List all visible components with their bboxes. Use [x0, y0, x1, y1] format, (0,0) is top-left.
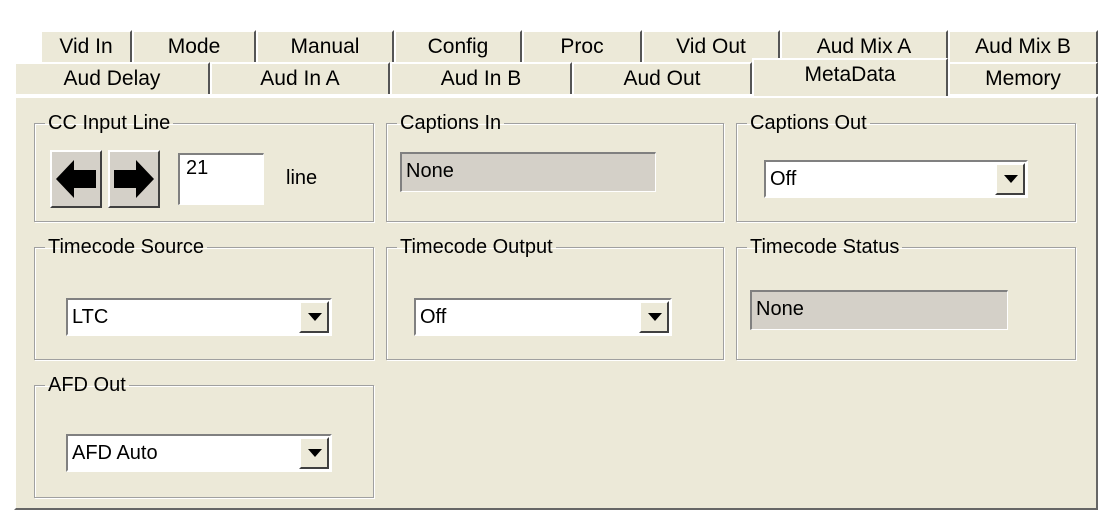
tab-row-2: Aud Delay Aud In A Aud In B Aud Out Meta… — [0, 58, 1102, 96]
captions-out-legend: Captions Out — [750, 112, 867, 134]
tab-memory[interactable]: Memory — [948, 62, 1098, 94]
tab-aud-mix-b[interactable]: Aud Mix B — [948, 30, 1098, 62]
tab-aud-in-a[interactable]: Aud In A — [210, 62, 390, 94]
line-increment-button[interactable] — [108, 150, 160, 208]
timecode-output-legend: Timecode Output — [400, 236, 553, 258]
timecode-status-value: None — [750, 290, 1008, 330]
dropdown-button[interactable] — [299, 437, 329, 469]
tab-mode[interactable]: Mode — [132, 30, 256, 62]
cc-line-input[interactable]: 21 — [178, 153, 264, 205]
tab-aud-in-b[interactable]: Aud In B — [390, 62, 572, 94]
line-unit-label: line — [286, 167, 318, 189]
timecode-source-legend: Timecode Source — [48, 236, 204, 258]
timecode-output-selected: Off — [420, 306, 447, 328]
timecode-output-select[interactable]: Off — [414, 298, 672, 336]
afd-out-select[interactable]: AFD Auto — [66, 434, 332, 472]
tab-manual[interactable]: Manual — [256, 30, 394, 62]
tab-aud-out[interactable]: Aud Out — [572, 62, 752, 94]
afd-out-legend: AFD Out — [48, 374, 126, 396]
captions-out-selected: Off — [770, 168, 797, 190]
captions-in-legend: Captions In — [400, 112, 502, 134]
tab-metadata[interactable]: MetaData — [752, 58, 948, 96]
arrow-left-icon — [56, 160, 96, 198]
tab-vid-in[interactable]: Vid In — [40, 30, 132, 62]
arrow-right-icon — [114, 160, 154, 198]
dropdown-button[interactable] — [995, 163, 1025, 195]
tab-config[interactable]: Config — [394, 30, 522, 62]
afd-out-selected: AFD Auto — [72, 442, 158, 464]
line-decrement-button[interactable] — [50, 150, 102, 208]
tab-proc[interactable]: Proc — [522, 30, 642, 62]
chevron-down-icon — [648, 313, 662, 321]
captions-out-select[interactable]: Off — [764, 160, 1028, 198]
tab-aud-delay[interactable]: Aud Delay — [14, 62, 210, 94]
chevron-down-icon — [1004, 175, 1018, 183]
timecode-status-legend: Timecode Status — [750, 236, 900, 258]
dropdown-button[interactable] — [639, 301, 669, 333]
cc-input-line-legend: CC Input Line — [48, 112, 171, 134]
chevron-down-icon — [308, 449, 322, 457]
metadata-panel: CC Input Line 21 line Captions In None C… — [14, 96, 1098, 510]
timecode-source-select[interactable]: LTC — [66, 298, 332, 336]
timecode-source-selected: LTC — [72, 306, 109, 328]
chevron-down-icon — [308, 313, 322, 321]
captions-in-value: None — [400, 152, 656, 192]
dropdown-button[interactable] — [299, 301, 329, 333]
